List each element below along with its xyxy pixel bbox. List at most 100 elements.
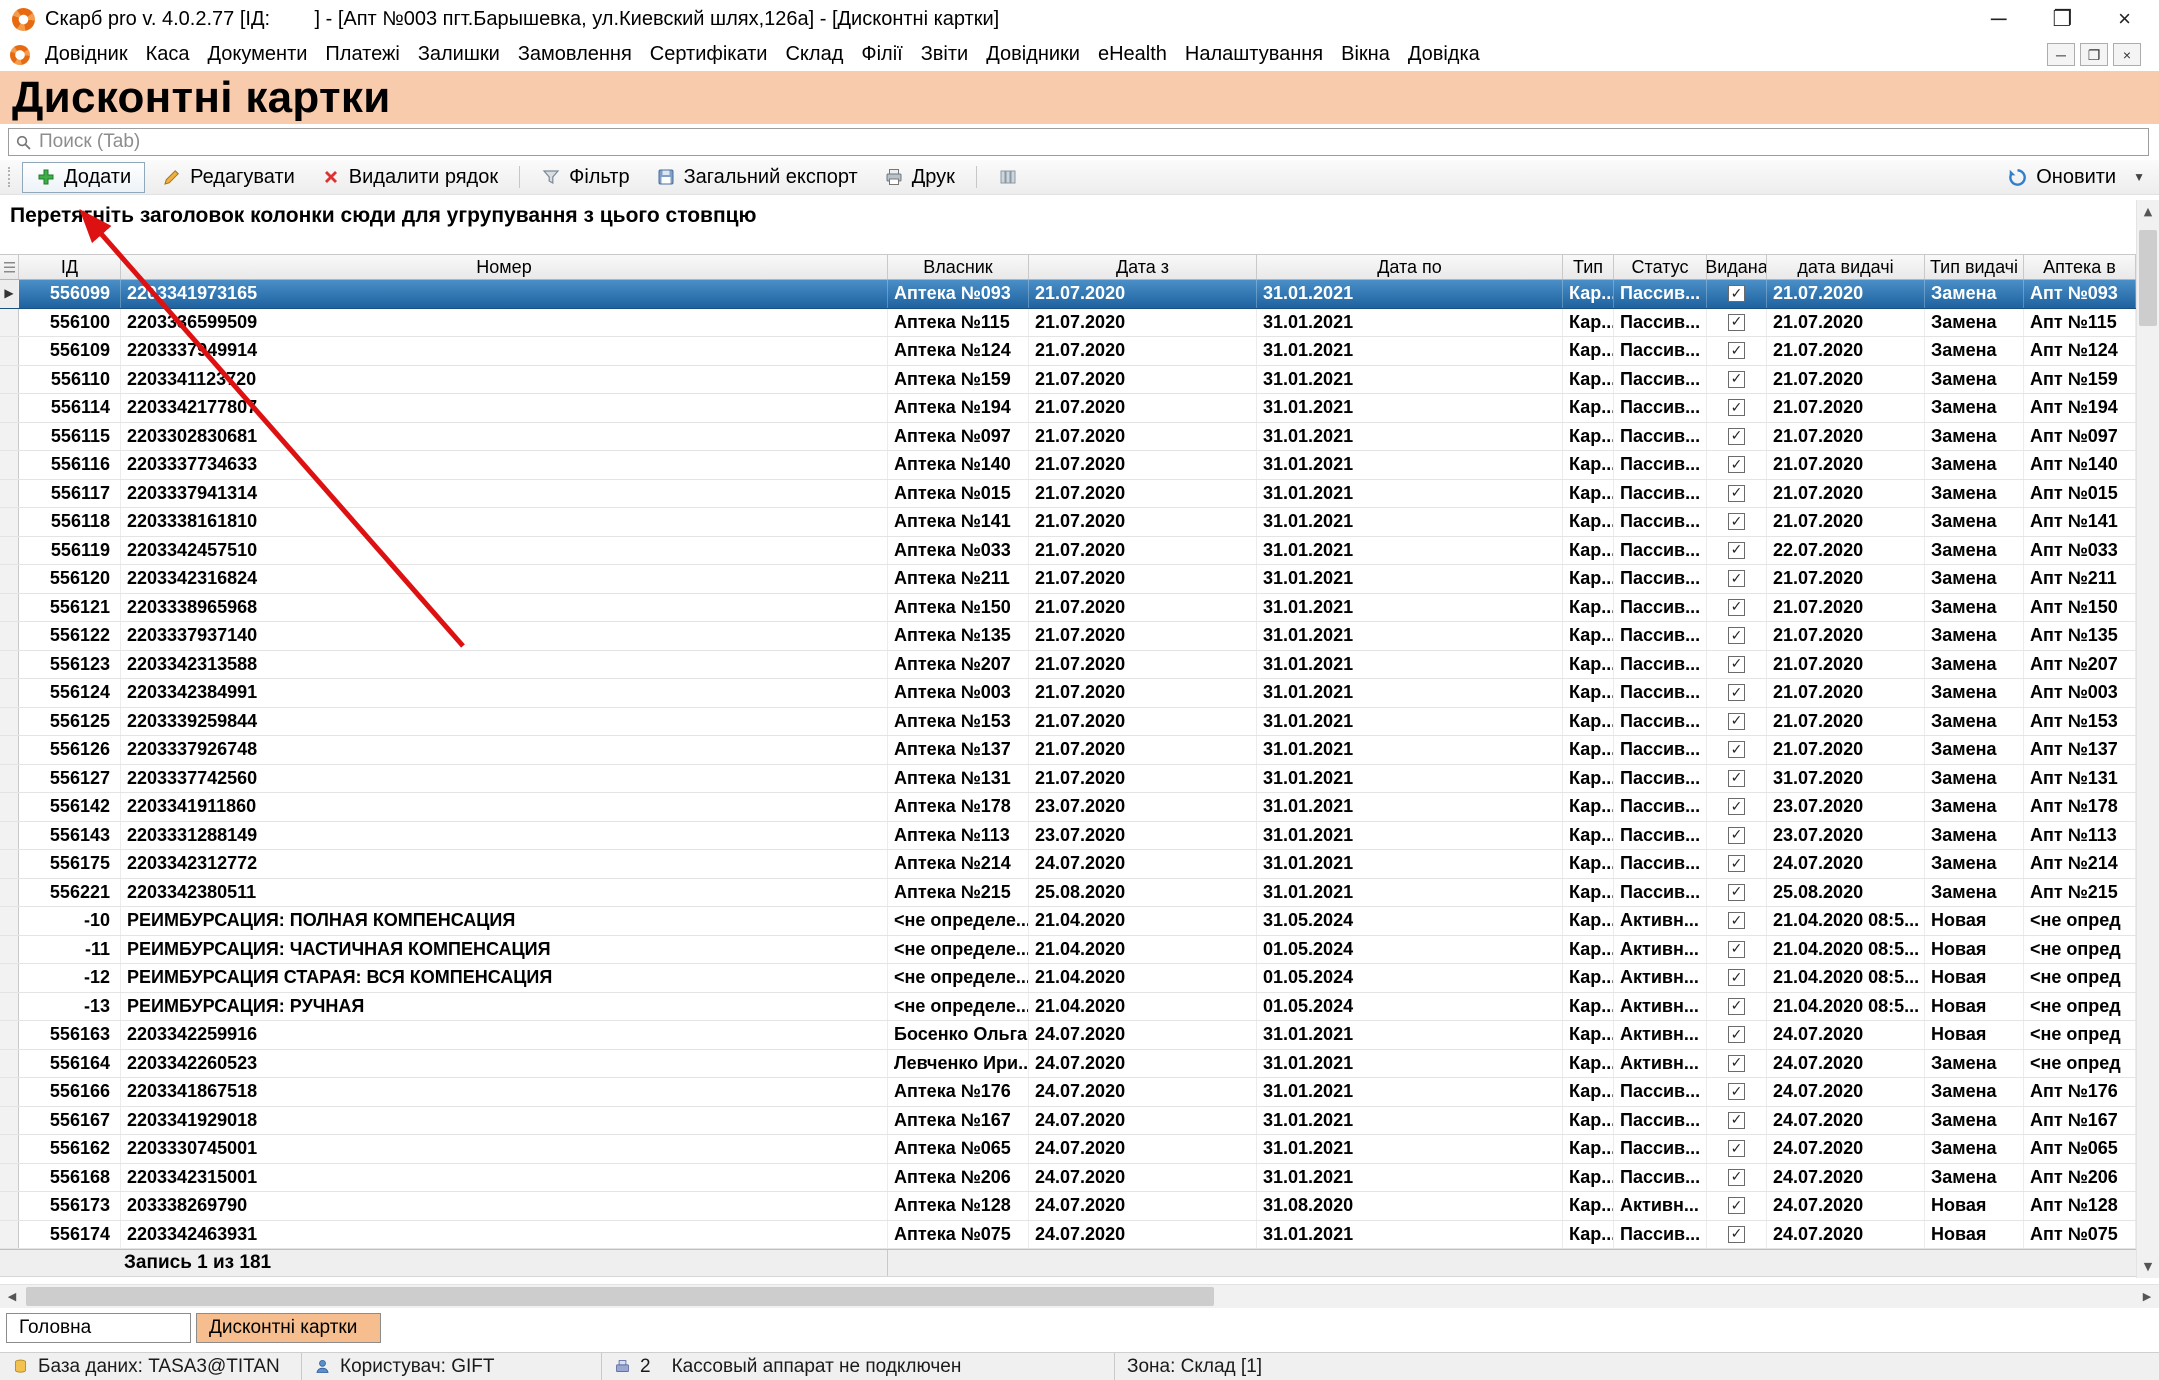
- table-row[interactable]: 556122 2203337937140 Аптека №135 21.07.2…: [0, 622, 2136, 651]
- issued-checkbox[interactable]: ✓: [1728, 1226, 1745, 1243]
- refresh-dropdown-arrow[interactable]: ▼: [2133, 170, 2145, 184]
- issued-checkbox[interactable]: ✓: [1728, 627, 1745, 644]
- table-row[interactable]: 556125 2203339259844 Аптека №153 21.07.2…: [0, 708, 2136, 737]
- tab-0[interactable]: Головна: [6, 1313, 191, 1343]
- table-row[interactable]: 556174 2203342463931 Аптека №075 24.07.2…: [0, 1221, 2136, 1250]
- column-header-7[interactable]: Видана: [1707, 255, 1767, 279]
- table-row[interactable]: 556124 2203342384991 Аптека №003 21.07.2…: [0, 679, 2136, 708]
- grid-corner-cell[interactable]: [0, 255, 19, 279]
- table-row[interactable]: 556116 2203337734633 Аптека №140 21.07.2…: [0, 451, 2136, 480]
- issued-checkbox[interactable]: ✓: [1728, 1026, 1745, 1043]
- table-row[interactable]: 556168 2203342315001 Аптека №206 24.07.2…: [0, 1164, 2136, 1193]
- mdi-close-button[interactable]: ×: [2113, 43, 2141, 66]
- table-row[interactable]: 556110 2203341123720 Аптека №159 21.07.2…: [0, 366, 2136, 395]
- horizontal-scrollbar[interactable]: ◀ ▶: [0, 1284, 2159, 1308]
- menu-item-0[interactable]: Довідник: [36, 40, 137, 69]
- menu-item-14[interactable]: Довідка: [1399, 40, 1489, 69]
- issued-checkbox[interactable]: ✓: [1728, 855, 1745, 872]
- issued-checkbox[interactable]: ✓: [1728, 285, 1745, 302]
- menu-item-11[interactable]: eHealth: [1089, 40, 1176, 69]
- group-by-panel[interactable]: Перетягніть заголовок колонки сюди для у…: [0, 200, 2135, 232]
- print-button[interactable]: Друк: [875, 162, 964, 193]
- vertical-scrollbar[interactable]: ▲ ▼: [2136, 200, 2159, 1278]
- menu-item-9[interactable]: Звіти: [912, 40, 977, 69]
- column-header-8[interactable]: дата видачі: [1767, 255, 1925, 279]
- column-header-0[interactable]: ІД: [19, 255, 121, 279]
- issued-checkbox[interactable]: ✓: [1728, 941, 1745, 958]
- scroll-left-arrow[interactable]: ◀: [0, 1285, 24, 1308]
- menu-item-13[interactable]: Вікна: [1332, 40, 1399, 69]
- issued-checkbox[interactable]: ✓: [1728, 1112, 1745, 1129]
- column-header-6[interactable]: Статус: [1614, 255, 1707, 279]
- column-header-2[interactable]: Власник: [888, 255, 1029, 279]
- issued-checkbox[interactable]: ✓: [1728, 656, 1745, 673]
- menu-item-12[interactable]: Налаштування: [1176, 40, 1332, 69]
- maximize-button[interactable]: ❐: [2052, 8, 2072, 30]
- column-header-9[interactable]: Тип видачі: [1925, 255, 2024, 279]
- table-row[interactable]: 556143 2203331288149 Аптека №113 23.07.2…: [0, 822, 2136, 851]
- table-row[interactable]: 556127 2203337742560 Аптека №131 21.07.2…: [0, 765, 2136, 794]
- issued-checkbox[interactable]: ✓: [1728, 570, 1745, 587]
- menu-item-1[interactable]: Каса: [137, 40, 199, 69]
- table-row[interactable]: 556175 2203342312772 Аптека №214 24.07.2…: [0, 850, 2136, 879]
- menu-item-2[interactable]: Документи: [199, 40, 317, 69]
- issued-checkbox[interactable]: ✓: [1728, 1055, 1745, 1072]
- table-row[interactable]: 556118 2203338161810 Аптека №141 21.07.2…: [0, 508, 2136, 537]
- issued-checkbox[interactable]: ✓: [1728, 969, 1745, 986]
- tab-1[interactable]: Дисконтні картки: [196, 1313, 381, 1343]
- table-row[interactable]: -10 РЕИМБУРСАЦИЯ: ПОЛНАЯ КОМПЕНСАЦИЯ <не…: [0, 907, 2136, 936]
- issued-checkbox[interactable]: ✓: [1728, 827, 1745, 844]
- mdi-restore-button[interactable]: ❐: [2080, 43, 2108, 66]
- table-row[interactable]: 556123 2203342313588 Аптека №207 21.07.2…: [0, 651, 2136, 680]
- table-row[interactable]: 556120 2203342316824 Аптека №211 21.07.2…: [0, 565, 2136, 594]
- filter-button[interactable]: Фільтр: [532, 162, 638, 193]
- issued-checkbox[interactable]: ✓: [1728, 912, 1745, 929]
- minimize-button[interactable]: ─: [1991, 8, 2007, 30]
- issued-checkbox[interactable]: ✓: [1728, 342, 1745, 359]
- issued-checkbox[interactable]: ✓: [1728, 1197, 1745, 1214]
- column-header-10[interactable]: Аптека в: [2024, 255, 2136, 279]
- table-row[interactable]: 556163 2203342259916 Босенко Ольга 24.07…: [0, 1021, 2136, 1050]
- issued-checkbox[interactable]: ✓: [1728, 513, 1745, 530]
- issued-checkbox[interactable]: ✓: [1728, 428, 1745, 445]
- table-row[interactable]: 556099 2203341973165 Аптека №093 21.07.2…: [0, 280, 2136, 309]
- scroll-up-arrow[interactable]: ▲: [2137, 200, 2159, 223]
- scroll-down-arrow[interactable]: ▼: [2137, 1255, 2159, 1278]
- issued-checkbox[interactable]: ✓: [1728, 542, 1745, 559]
- table-row[interactable]: -13 РЕИМБУРСАЦИЯ: РУЧНАЯ <не определе...…: [0, 993, 2136, 1022]
- table-row[interactable]: 556166 2203341867518 Аптека №176 24.07.2…: [0, 1078, 2136, 1107]
- menu-item-3[interactable]: Платежі: [316, 40, 408, 69]
- vertical-scroll-thumb[interactable]: [2139, 230, 2157, 326]
- table-row[interactable]: 556162 2203330745001 Аптека №065 24.07.2…: [0, 1135, 2136, 1164]
- table-row[interactable]: 556164 2203342260523 Левченко Ири... 24.…: [0, 1050, 2136, 1079]
- scroll-right-arrow[interactable]: ▶: [2135, 1285, 2159, 1308]
- table-row[interactable]: 556100 2203336599509 Аптека №115 21.07.2…: [0, 309, 2136, 338]
- issued-checkbox[interactable]: ✓: [1728, 684, 1745, 701]
- table-row[interactable]: 556221 2203342380511 Аптека №215 25.08.2…: [0, 879, 2136, 908]
- menu-item-8[interactable]: Філії: [852, 40, 911, 69]
- issued-checkbox[interactable]: ✓: [1728, 599, 1745, 616]
- column-chooser-button[interactable]: [989, 163, 1027, 191]
- issued-checkbox[interactable]: ✓: [1728, 399, 1745, 416]
- column-header-4[interactable]: Дата по: [1257, 255, 1563, 279]
- issued-checkbox[interactable]: ✓: [1728, 1169, 1745, 1186]
- issued-checkbox[interactable]: ✓: [1728, 314, 1745, 331]
- search-input[interactable]: [37, 130, 2148, 154]
- menu-item-4[interactable]: Залишки: [409, 40, 509, 69]
- issued-checkbox[interactable]: ✓: [1728, 1083, 1745, 1100]
- column-header-1[interactable]: Номер: [121, 255, 888, 279]
- table-row[interactable]: -11 РЕИМБУРСАЦИЯ: ЧАСТИЧНАЯ КОМПЕНСАЦИЯ …: [0, 936, 2136, 965]
- export-button[interactable]: Загальний експорт: [647, 162, 867, 193]
- column-header-3[interactable]: Дата з: [1029, 255, 1257, 279]
- table-row[interactable]: 556117 2203337941314 Аптека №015 21.07.2…: [0, 480, 2136, 509]
- menu-item-5[interactable]: Замовлення: [509, 40, 641, 69]
- issued-checkbox[interactable]: ✓: [1728, 798, 1745, 815]
- table-row[interactable]: 556173 203338269790 Аптека №128 24.07.20…: [0, 1192, 2136, 1221]
- issued-checkbox[interactable]: ✓: [1728, 741, 1745, 758]
- table-row[interactable]: 556119 2203342457510 Аптека №033 21.07.2…: [0, 537, 2136, 566]
- close-button[interactable]: ×: [2118, 8, 2131, 30]
- menu-item-10[interactable]: Довідники: [977, 40, 1089, 69]
- table-row[interactable]: 556126 2203337926748 Аптека №137 21.07.2…: [0, 736, 2136, 765]
- table-row[interactable]: -12 РЕИМБУРСАЦИЯ СТАРАЯ: ВСЯ КОМПЕНСАЦИЯ…: [0, 964, 2136, 993]
- menu-item-7[interactable]: Склад: [776, 40, 852, 69]
